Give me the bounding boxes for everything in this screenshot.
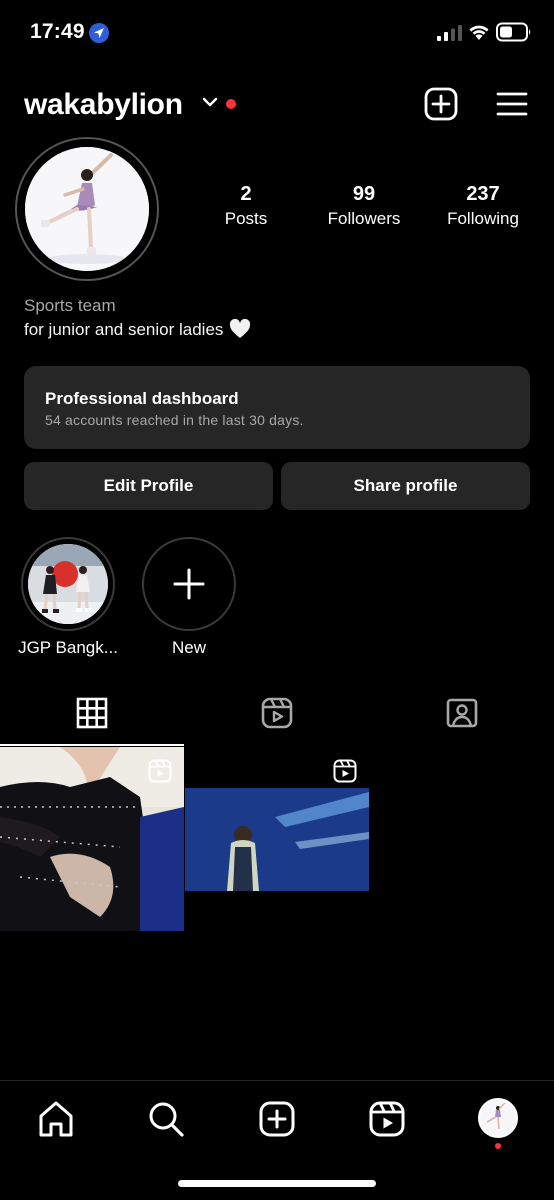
username[interactable]: wakabylion — [24, 88, 183, 122]
location-arrow-icon — [89, 23, 109, 43]
create-icon — [259, 1101, 295, 1137]
highlight-cover — [28, 544, 108, 624]
highlight-new[interactable]: New — [142, 537, 236, 657]
plus-icon — [173, 568, 205, 600]
nav-create[interactable] — [257, 1099, 297, 1139]
profile-header: wakabylion — [0, 82, 554, 130]
content-tabs — [0, 690, 554, 746]
chevron-down-icon[interactable] — [202, 96, 218, 108]
stat-value: 2 — [240, 183, 252, 205]
profile-avatar[interactable] — [25, 147, 149, 271]
post-thumbnail[interactable] — [185, 747, 369, 931]
tab-reels[interactable] — [185, 690, 369, 746]
stat-posts[interactable]: 2 Posts — [186, 182, 306, 230]
share-profile-button[interactable]: Share profile — [281, 462, 530, 510]
highlight-photo — [28, 544, 108, 624]
skater-photo — [480, 1100, 516, 1136]
status-time: 17:49 — [30, 20, 85, 43]
stat-label: Following — [447, 209, 519, 228]
search-icon — [149, 1102, 184, 1137]
highlight-label: New — [171, 638, 206, 657]
stat-followers[interactable]: 99 Followers — [304, 182, 424, 230]
notification-dot — [226, 99, 236, 109]
stat-label: Followers — [327, 209, 401, 228]
nav-reels[interactable] — [367, 1099, 407, 1139]
stat-value: 237 — [466, 183, 500, 205]
profile-category: Sports team — [24, 296, 116, 315]
profile-bio: for junior and senior ladies — [24, 319, 251, 340]
battery-icon — [496, 22, 531, 42]
highlight-jgp-bangkok[interactable]: JGP Bangk... — [18, 537, 118, 657]
nav-profile-avatar[interactable] — [478, 1098, 518, 1138]
grid-icon — [76, 697, 108, 729]
new-post-icon[interactable] — [424, 87, 458, 121]
active-tab-indicator — [0, 744, 184, 746]
reel-badge-icon — [148, 759, 172, 783]
status-bar: 17:49 — [0, 0, 554, 66]
stat-following[interactable]: 237 Following — [423, 182, 543, 230]
nav-search[interactable] — [146, 1099, 186, 1139]
highlight-ring — [142, 537, 236, 631]
professional-dashboard-card[interactable]: Professional dashboard 54 accounts reach… — [24, 366, 530, 449]
reel-badge-icon — [333, 759, 357, 783]
profile-notification-dot — [495, 1143, 501, 1149]
dashboard-title: Professional dashboard — [45, 389, 239, 408]
highlight-ring — [21, 537, 115, 631]
stat-label: Posts — [224, 209, 268, 228]
bio-text: for junior and senior ladies — [24, 320, 224, 339]
stat-value: 99 — [352, 183, 376, 205]
tab-tagged[interactable] — [370, 690, 554, 746]
edit-profile-button[interactable]: Edit Profile — [24, 462, 273, 510]
skater-photo — [25, 147, 149, 271]
post-thumbnail[interactable] — [0, 747, 184, 931]
wifi-icon — [469, 25, 489, 40]
reels-icon — [369, 1101, 405, 1137]
dashboard-subtitle: 54 accounts reached in the last 30 days. — [45, 412, 304, 428]
highlight-label: JGP Bangk... — [18, 638, 118, 657]
cellular-signal-icon — [437, 25, 462, 41]
hamburger-menu-icon[interactable] — [496, 91, 528, 117]
tab-posts-grid[interactable] — [0, 690, 184, 746]
home-icon — [39, 1101, 73, 1137]
nav-home[interactable] — [36, 1099, 76, 1139]
white-heart-icon — [230, 319, 251, 338]
home-indicator — [178, 1180, 376, 1187]
tagged-icon — [446, 698, 478, 728]
reels-icon — [261, 697, 293, 729]
